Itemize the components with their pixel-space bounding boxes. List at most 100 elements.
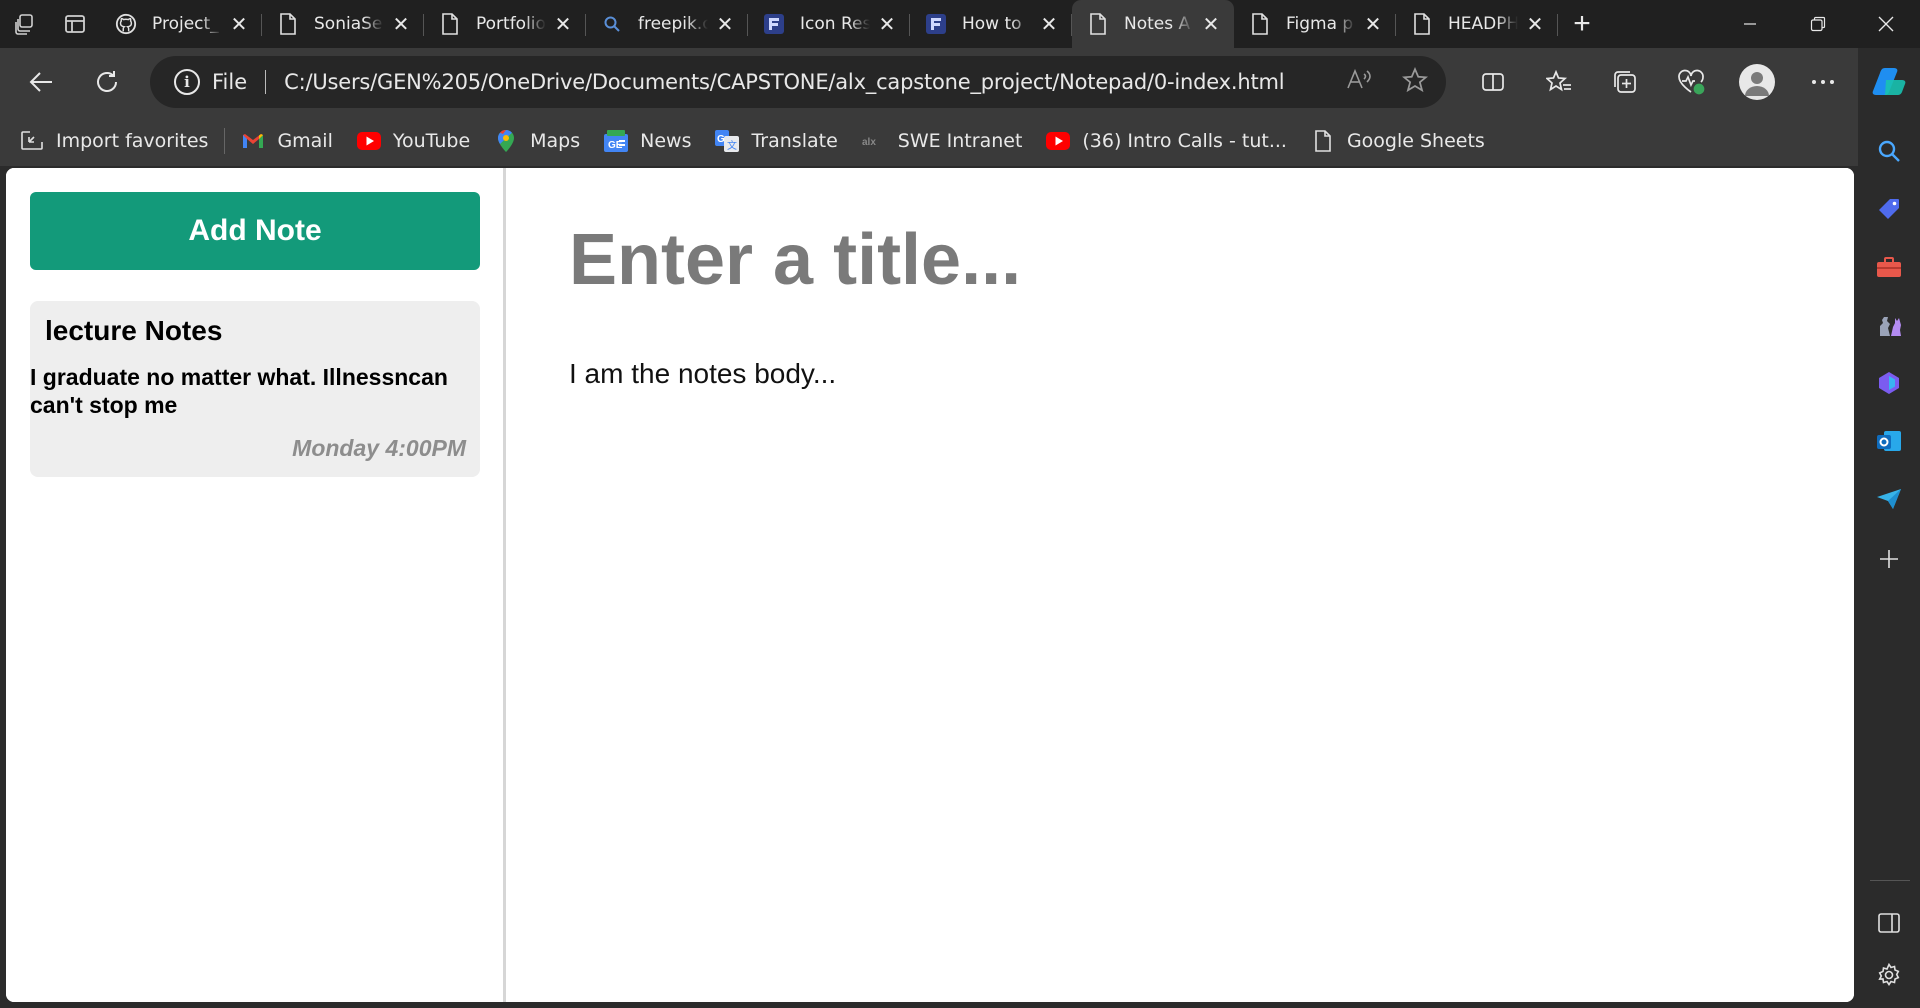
more-options-icon[interactable]: [1790, 48, 1856, 116]
browser-essentials-icon[interactable]: [1658, 48, 1724, 116]
search-icon[interactable]: [1872, 134, 1906, 168]
translate-icon: G文: [715, 129, 740, 153]
github-icon: [114, 12, 138, 36]
favorite-google-sheets[interactable]: Google Sheets: [1311, 129, 1485, 153]
news-icon: GE: [604, 129, 629, 153]
tab-label: Icon Res: [800, 14, 870, 34]
outlook-icon[interactable]: [1872, 424, 1906, 458]
close-icon[interactable]: ✕: [228, 13, 250, 36]
copilot-icon[interactable]: [1872, 64, 1906, 98]
note-title: lecture Notes: [45, 315, 223, 346]
favorite-label: (36) Intro Calls - tut...: [1082, 130, 1287, 152]
split-screen-icon[interactable]: [1460, 48, 1526, 116]
toolbar-actions: [1460, 48, 1856, 116]
favorite-star-icon[interactable]: [1401, 66, 1429, 98]
note-card[interactable]: lecture Notes I graduate no matter what.…: [30, 301, 480, 477]
favorite-import[interactable]: Import favorites: [20, 129, 208, 153]
workspaces-icon[interactable]: [0, 0, 50, 48]
favorite-label: Gmail: [277, 130, 333, 152]
vertical-tabs-icon[interactable]: [50, 0, 100, 48]
favorite-label: Maps: [530, 130, 581, 152]
tab-list: Project_ ✕ SoniaSel ✕ Portfolio ✕ freepi…: [100, 0, 1558, 48]
divider: [224, 128, 226, 154]
address-bar[interactable]: i File C:/Users/GEN%205/OneDrive/Documen…: [150, 56, 1446, 108]
tab-freepik[interactable]: freepik.c ✕: [586, 0, 748, 48]
tab-strip: Project_ ✕ SoniaSel ✕ Portfolio ✕ freepi…: [0, 0, 1920, 48]
collections-icon[interactable]: [1592, 48, 1658, 116]
bing-copilot-icon[interactable]: [1872, 366, 1906, 400]
back-icon[interactable]: [8, 48, 74, 116]
restore-icon[interactable]: [1784, 0, 1852, 48]
tab-notes-app[interactable]: Notes A ✕: [1072, 0, 1234, 48]
import-icon: [20, 129, 44, 153]
page-icon: [1086, 12, 1110, 36]
settings-gear-icon[interactable]: [1872, 958, 1906, 992]
favorite-intro-calls[interactable]: (36) Intro Calls - tut...: [1046, 129, 1287, 153]
page-icon: [1410, 12, 1434, 36]
games-icon[interactable]: [1872, 308, 1906, 342]
url-text[interactable]: C:/Users/GEN%205/OneDrive/Documents/CAPS…: [284, 70, 1284, 94]
divider: [1870, 880, 1910, 881]
tab-how-to[interactable]: How to ✕: [910, 0, 1072, 48]
figma-f-icon: [762, 12, 786, 36]
add-icon[interactable]: [1872, 542, 1906, 576]
maps-icon: [494, 129, 518, 153]
tab-label: Portfolio: [476, 14, 546, 34]
gmail-icon: [241, 129, 265, 153]
favorite-translate[interactable]: G文 Translate: [715, 129, 838, 153]
avatar: [1739, 64, 1775, 100]
svg-text:文: 文: [727, 139, 737, 152]
search-icon: [600, 12, 624, 36]
shopping-tag-icon[interactable]: [1872, 192, 1906, 226]
divider: [265, 70, 267, 94]
favorites-bar: Import favorites Gmail YouTube Maps GE N…: [0, 116, 1858, 166]
tab-label: HEADPH: [1448, 14, 1518, 34]
tab-project[interactable]: Project_ ✕: [100, 0, 262, 48]
tab-label: SoniaSel: [314, 14, 384, 34]
close-icon[interactable]: ✕: [390, 13, 412, 36]
tab-headph[interactable]: HEADPH ✕: [1396, 0, 1558, 48]
page-icon: [438, 12, 462, 36]
favorite-label: News: [640, 130, 692, 152]
close-icon[interactable]: ✕: [1524, 13, 1546, 36]
figma-f-icon: [924, 12, 948, 36]
refresh-icon[interactable]: [74, 48, 140, 116]
notes-sidebar: Add Note lecture Notes I graduate no mat…: [6, 168, 506, 1002]
tab-label: Figma p: [1286, 14, 1354, 34]
svg-text:alx: alx: [862, 137, 876, 147]
minimize-icon[interactable]: [1716, 0, 1784, 48]
favorite-gmail[interactable]: Gmail: [241, 129, 333, 153]
close-icon[interactable]: ✕: [1362, 13, 1384, 36]
close-window-icon[interactable]: [1852, 0, 1920, 48]
browser-toolbar: i File C:/Users/GEN%205/OneDrive/Documen…: [0, 48, 1858, 116]
close-icon[interactable]: ✕: [552, 13, 574, 36]
note-title-input[interactable]: [569, 218, 1769, 302]
close-icon[interactable]: ✕: [1200, 13, 1222, 36]
new-tab-button[interactable]: +: [1558, 0, 1606, 48]
favorite-youtube[interactable]: YouTube: [356, 129, 470, 153]
profile-button[interactable]: [1724, 48, 1790, 116]
read-aloud-icon[interactable]: [1346, 68, 1372, 97]
favorites-icon[interactable]: [1526, 48, 1592, 116]
window-controls: [1716, 0, 1920, 48]
close-icon[interactable]: ✕: [876, 13, 898, 36]
tab-soniasel[interactable]: SoniaSel ✕: [262, 0, 424, 48]
page-icon: [276, 12, 300, 36]
tab-portfolio[interactable]: Portfolio ✕: [424, 0, 586, 48]
favorite-label: Google Sheets: [1346, 130, 1485, 152]
note-body-input[interactable]: [569, 358, 1769, 858]
add-note-button[interactable]: Add Note: [30, 192, 480, 270]
close-icon[interactable]: ✕: [1038, 13, 1060, 36]
favorite-maps[interactable]: Maps: [494, 129, 580, 153]
favorite-swe-intranet[interactable]: alx SWE Intranet: [862, 129, 1023, 153]
info-icon[interactable]: i: [174, 69, 200, 95]
send-icon[interactable]: [1872, 482, 1906, 516]
tab-icon-res[interactable]: Icon Res ✕: [748, 0, 910, 48]
tab-figma[interactable]: Figma p ✕: [1234, 0, 1396, 48]
hide-sidebar-icon[interactable]: [1872, 906, 1906, 940]
close-icon[interactable]: ✕: [714, 13, 736, 36]
tools-icon[interactable]: [1872, 250, 1906, 284]
alx-icon: alx: [862, 129, 886, 153]
page-icon: [1248, 12, 1272, 36]
favorite-news[interactable]: GE News: [604, 129, 691, 153]
